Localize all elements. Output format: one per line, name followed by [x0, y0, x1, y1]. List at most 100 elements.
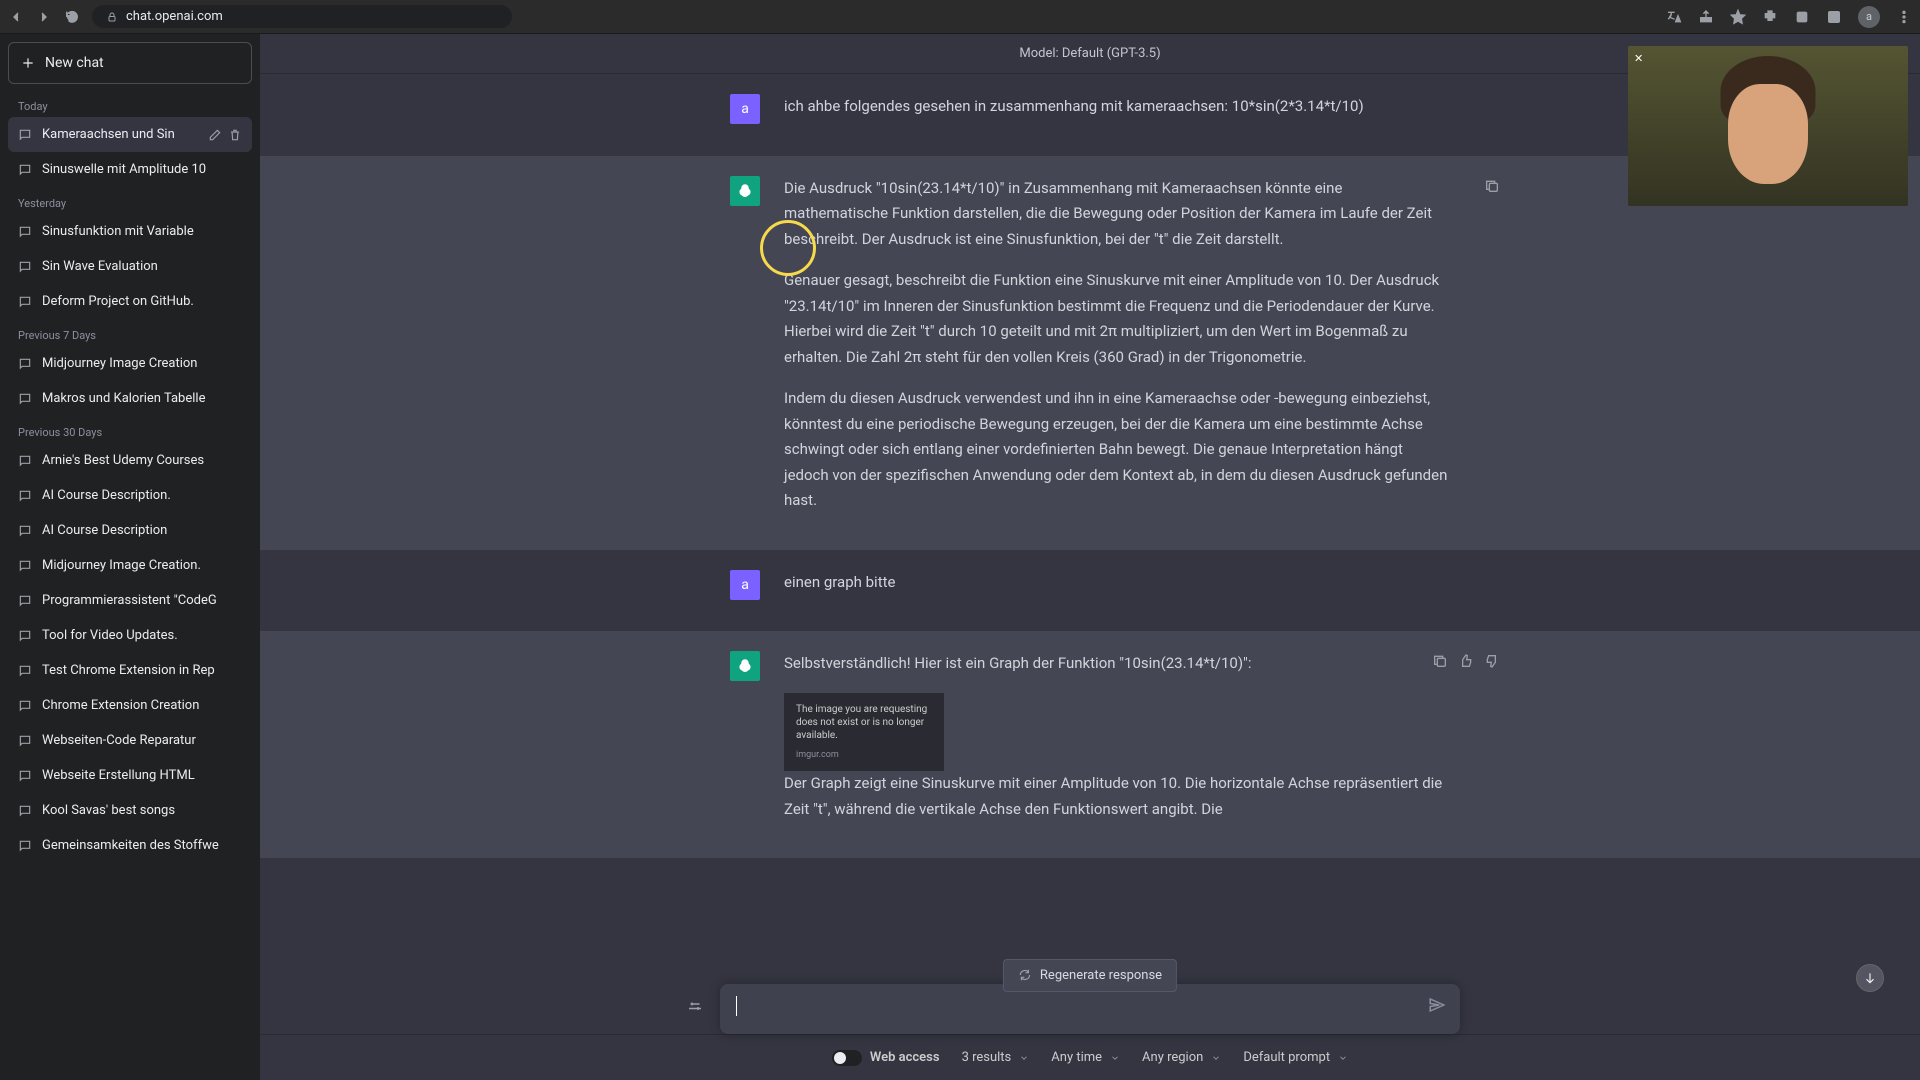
regenerate-button[interactable]: Regenerate response [1003, 959, 1177, 992]
trash-icon[interactable] [228, 128, 242, 142]
sidebar-item[interactable]: Programmierassistent "CodeG [8, 583, 252, 618]
sidebar-section-label: Previous 7 Days [8, 319, 252, 346]
time-dropdown[interactable]: Any time [1051, 1050, 1120, 1065]
extension-icon[interactable] [1794, 9, 1810, 25]
web-access-label: Web access [870, 1050, 940, 1065]
chevron-down-icon [1338, 1053, 1348, 1063]
sidebar-item-label: Programmierassistent "CodeG [42, 593, 242, 608]
translate-icon[interactable] [1666, 9, 1682, 25]
prompt-dropdown[interactable]: Default prompt [1243, 1050, 1348, 1065]
sidebar-item-label: AI Course Description [42, 523, 242, 538]
plus-icon [21, 56, 35, 70]
user-avatar: a [730, 94, 760, 124]
region-dropdown[interactable]: Any region [1142, 1050, 1221, 1065]
sidebar-item[interactable]: AI Course Description. [8, 478, 252, 513]
regenerate-label: Regenerate response [1040, 968, 1162, 983]
extensions-icon[interactable] [1762, 9, 1778, 25]
message-content: ich ahbe folgendes gesehen in zusammenha… [784, 94, 1450, 136]
chat-textarea[interactable] [736, 996, 1412, 1018]
chat-icon [18, 664, 32, 678]
openai-icon [736, 657, 754, 675]
copy-icon[interactable] [1484, 178, 1500, 194]
browser-toolbar: chat.openai.com a [0, 0, 1920, 34]
sidebar-item[interactable]: Midjourney Image Creation. [8, 548, 252, 583]
assistant-message: Selbstverständlich! Hier ist ein Graph d… [260, 631, 1920, 858]
sidebar-item[interactable]: Sinusfunktion mit Variable [8, 214, 252, 249]
sidebar-item[interactable]: Makros und Kalorien Tabelle [8, 381, 252, 416]
chat-icon [18, 295, 32, 309]
menu-icon[interactable] [1896, 9, 1912, 25]
sidebar-item-label: Sin Wave Evaluation [42, 259, 242, 274]
chevron-down-icon [1019, 1053, 1029, 1063]
sidebar-item-label: Deform Project on GitHub. [42, 294, 242, 309]
extension-bar: Web access 3 results Any time Any region… [260, 1034, 1920, 1080]
sidebar-item[interactable]: Sinuswelle mit Amplitude 10 [8, 152, 252, 187]
sidebar-item-label: Midjourney Image Creation. [42, 558, 242, 573]
input-settings-icon[interactable] [686, 998, 704, 1016]
sidebar-item-label: AI Course Description. [42, 488, 242, 503]
profile-avatar[interactable]: a [1858, 6, 1880, 28]
sidebar-item-label: Kameraachsen und Sin [42, 127, 198, 142]
sidebar-item[interactable]: Deform Project on GitHub. [8, 284, 252, 319]
forward-icon[interactable] [36, 9, 52, 25]
sidebar-item[interactable]: Sin Wave Evaluation [8, 249, 252, 284]
scroll-down-button[interactable] [1856, 964, 1884, 992]
sidebar-item[interactable]: Test Chrome Extension in Rep [8, 653, 252, 688]
sidebar-item[interactable]: Arnie's Best Udemy Courses [8, 443, 252, 478]
reload-icon[interactable] [64, 9, 80, 25]
message-content: Selbstverständlich! Hier ist ein Graph d… [784, 651, 1450, 838]
send-icon[interactable] [1428, 996, 1446, 1014]
arrow-down-icon [1863, 971, 1877, 985]
sidebar-item[interactable]: Webseite Erstellung HTML [8, 758, 252, 793]
assistant-avatar [730, 651, 760, 681]
sidebar-item[interactable]: Gemeinsamkeiten des Stoffwe [8, 828, 252, 863]
chat-icon [18, 357, 32, 371]
sidebar-section-label: Today [8, 90, 252, 117]
sidebar-item-label: Arnie's Best Udemy Courses [42, 453, 242, 468]
address-bar[interactable]: chat.openai.com [92, 5, 512, 28]
sidebar-item[interactable]: Chrome Extension Creation [8, 688, 252, 723]
sidepanel-icon[interactable] [1826, 9, 1842, 25]
user-avatar: a [730, 570, 760, 600]
chat-icon [18, 629, 32, 643]
thumbs-down-icon[interactable] [1484, 653, 1500, 669]
sidebar-item[interactable]: AI Course Description [8, 513, 252, 548]
sidebar-item[interactable]: Webseiten-Code Reparatur [8, 723, 252, 758]
chat-icon [18, 594, 32, 608]
sidebar-item[interactable]: Tool for Video Updates. [8, 618, 252, 653]
share-icon[interactable] [1698, 9, 1714, 25]
openai-icon [736, 182, 754, 200]
chat-icon [18, 769, 32, 783]
copy-icon[interactable] [1432, 653, 1448, 669]
sidebar-item-label: Makros und Kalorien Tabelle [42, 391, 242, 406]
sidebar-item-label: Sinuswelle mit Amplitude 10 [42, 162, 242, 177]
main-panel: Model: Default (GPT-3.5) aich ahbe folge… [260, 34, 1920, 1080]
sidebar-section-label: Yesterday [8, 187, 252, 214]
sidebar-item-label: Kool Savas' best songs [42, 803, 242, 818]
webcam-close-icon[interactable]: ✕ [1634, 52, 1643, 65]
sidebar-item[interactable]: Kool Savas' best songs [8, 793, 252, 828]
star-icon[interactable] [1730, 9, 1746, 25]
sidebar-item-label: Tool for Video Updates. [42, 628, 242, 643]
image-error-placeholder: The image you are requesting does not ex… [784, 693, 944, 772]
assistant-avatar [730, 176, 760, 206]
thumbs-up-icon[interactable] [1458, 653, 1474, 669]
sidebar-item[interactable]: Kameraachsen und Sin [8, 117, 252, 152]
url-text: chat.openai.com [126, 9, 223, 24]
new-chat-button[interactable]: New chat [8, 42, 252, 84]
chat-icon [18, 839, 32, 853]
webcam-overlay[interactable]: ✕ [1628, 46, 1908, 206]
chevron-down-icon [1211, 1053, 1221, 1063]
chat-icon [18, 163, 32, 177]
edit-icon[interactable] [208, 128, 222, 142]
sidebar-item[interactable]: Midjourney Image Creation [8, 346, 252, 381]
back-icon[interactable] [8, 9, 24, 25]
chat-icon [18, 392, 32, 406]
new-chat-label: New chat [45, 55, 104, 71]
chat-icon [18, 454, 32, 468]
sidebar-item-label: Chrome Extension Creation [42, 698, 242, 713]
sidebar-item-label: Gemeinsamkeiten des Stoffwe [42, 838, 242, 853]
web-access-toggle[interactable] [832, 1050, 862, 1066]
assistant-message: Die Ausdruck "10sin(23.14*t/10)" in Zusa… [260, 156, 1920, 550]
results-dropdown[interactable]: 3 results [962, 1050, 1030, 1065]
